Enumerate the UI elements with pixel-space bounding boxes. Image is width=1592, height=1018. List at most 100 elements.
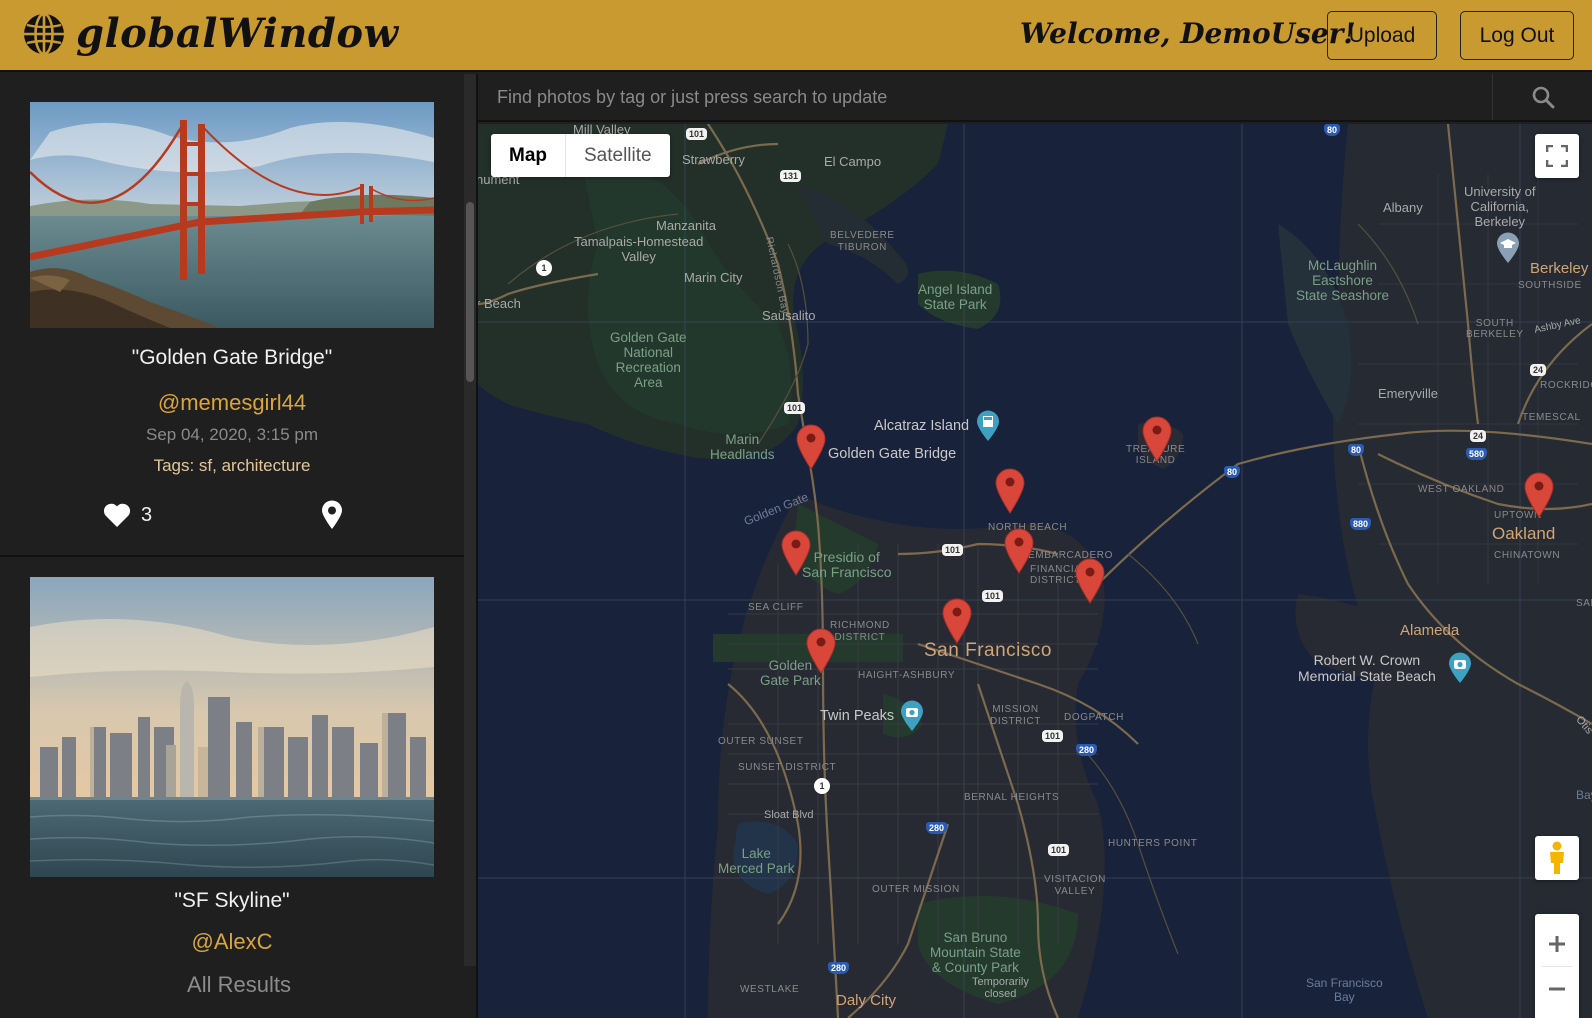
label-el-campo: El Campo — [824, 154, 882, 169]
photo-feed[interactable]: "Golden Gate Bridge" @memesgirl44 Sep 04… — [0, 74, 464, 966]
globe-icon — [24, 12, 64, 55]
label-bay-edge: Bay — [1576, 788, 1592, 802]
label-temporarily-closed: Temporarily closed — [972, 976, 1029, 1000]
route-shield-131: 131 — [780, 170, 802, 182]
university-poi-icon[interactable] — [1496, 232, 1520, 264]
label-manzanita: Manzanita — [656, 218, 716, 233]
photo-golden-gate[interactable] — [30, 102, 434, 328]
label-visitacion: VISITACION VALLEY — [1044, 874, 1106, 897]
label-mission: MISSION DISTRICT — [990, 704, 1041, 727]
street-view-button[interactable] — [1535, 836, 1579, 880]
label-hunters-point: HUNTERS POINT — [1108, 838, 1198, 849]
photo-marker[interactable] — [942, 598, 972, 644]
map-type-map-button[interactable]: Map — [491, 134, 566, 177]
route-shield-280: 280 — [828, 962, 850, 974]
heart-icon — [103, 503, 131, 527]
label-sunset: SUNSET DISTRICT — [738, 762, 837, 773]
label-marin-headlands: Marin Headlands — [710, 432, 775, 462]
label-berkeley: Berkeley — [1530, 260, 1589, 277]
label-marin-city: Marin City — [684, 270, 743, 285]
zoom-control — [1535, 914, 1579, 1018]
photo-author[interactable]: @AlexC — [0, 929, 464, 955]
label-dogpatch: DOGPATCH — [1064, 712, 1124, 723]
label-ggnra: Golden Gate National Recreation Area — [610, 330, 687, 390]
route-shield-880: 880 — [1350, 518, 1372, 530]
label-albany: Albany — [1383, 200, 1423, 215]
route-shield-80: 80 — [1224, 466, 1241, 478]
photo-marker[interactable] — [806, 628, 836, 674]
route-shield-80: 80 — [1348, 444, 1365, 456]
photo-marker[interactable] — [1142, 416, 1172, 462]
label-muir-beach: r Beach — [478, 296, 521, 311]
sf-skyline-image — [30, 577, 434, 877]
brand[interactable]: globalWindow — [22, 10, 399, 57]
label-mclaughlin: McLaughlin Eastshore State Seashore — [1296, 258, 1390, 303]
label-presidio: Presidio of San Francisco — [802, 549, 892, 580]
route-shield-101: 101 — [1042, 730, 1064, 742]
label-westlake: WESTLAKE — [740, 984, 800, 995]
location-pin-icon — [322, 500, 342, 529]
photo-marker[interactable] — [1075, 558, 1105, 604]
label-angel-island: Angel Island State Park — [918, 282, 993, 312]
map-type-control: Map Satellite — [491, 134, 670, 177]
search-bar — [478, 74, 1592, 122]
feed-scroll-thumb[interactable] — [466, 202, 474, 382]
photo-marker[interactable] — [781, 530, 811, 576]
photo-title: "Golden Gate Bridge" — [131, 346, 333, 369]
crown-beach-camera-icon[interactable] — [1448, 652, 1472, 684]
fullscreen-button[interactable] — [1535, 134, 1579, 178]
app-name: globalWindow — [76, 10, 399, 57]
route-shield-101: 101 — [784, 402, 806, 414]
photo-feed-panel: "Golden Gate Bridge" @memesgirl44 Sep 04… — [0, 74, 478, 1018]
like-button[interactable]: 3 — [103, 502, 152, 528]
label-twin-peaks: Twin Peaks — [820, 708, 895, 724]
route-shield-101: 101 — [942, 544, 964, 556]
route-shield-24: 24 — [1470, 430, 1487, 442]
label-sloat: Sloat Blvd — [764, 809, 814, 821]
zoom-in-button[interactable] — [1535, 922, 1579, 966]
photo-date: Sep 04, 2020, 3:15 pm — [145, 425, 319, 444]
route-shield-280: 280 — [1076, 744, 1098, 756]
photo-sf-skyline[interactable] — [30, 577, 434, 877]
label-sausalito: Sausalito — [762, 308, 816, 323]
photo-tags: Tags: sf, architecture — [153, 456, 311, 475]
upload-button[interactable]: Upload — [1327, 11, 1437, 60]
pegman-icon — [1550, 841, 1564, 874]
label-emeryville: Emeryville — [1378, 386, 1438, 401]
twin-peaks-camera-icon[interactable] — [900, 700, 924, 732]
fullscreen-icon — [1546, 145, 1568, 167]
photo-marker[interactable] — [1524, 472, 1554, 518]
map-type-satellite-button[interactable]: Satellite — [566, 134, 670, 177]
photo-title: "SF Skyline" — [174, 889, 290, 912]
label-golden-gate-bridge: Golden Gate Bridge — [828, 446, 957, 462]
search-input[interactable] — [478, 74, 1492, 120]
label-alcatraz: Alcatraz Island — [874, 418, 970, 434]
photo-marker[interactable] — [796, 424, 826, 470]
label-san: SAN — [1576, 598, 1592, 609]
search-icon — [1532, 86, 1554, 109]
photo-card: "SF Skyline" @AlexC — [0, 559, 464, 966]
show-location-button[interactable] — [321, 500, 343, 534]
label-outer-mission: OUTER MISSION — [872, 884, 960, 895]
route-shield-101: 101 — [982, 590, 1004, 602]
minus-icon — [1549, 987, 1565, 990]
label-temescal: TEMESCAL — [1522, 412, 1581, 423]
label-richmond: RICHMOND DISTRICT — [830, 620, 890, 643]
golden-gate-image — [30, 102, 434, 328]
route-shield-80: 80 — [1324, 124, 1341, 136]
photo-marker[interactable] — [1004, 528, 1034, 574]
logout-button[interactable]: Log Out — [1460, 11, 1574, 60]
search-button[interactable] — [1492, 74, 1592, 120]
route-shield-280: 280 — [926, 822, 948, 834]
plus-icon — [1549, 935, 1565, 952]
feed-scrollbar[interactable] — [464, 74, 476, 966]
photo-author[interactable]: @memesgirl44 — [0, 390, 464, 416]
photo-marker[interactable] — [995, 468, 1025, 514]
map-view[interactable]: Mill Valley Strawberry El Campo nument M… — [478, 124, 1592, 1018]
route-shield-580: 580 — [1466, 448, 1488, 460]
all-results-label[interactable]: All Results — [0, 966, 478, 1018]
zoom-out-button[interactable] — [1535, 967, 1579, 1011]
alcatraz-poi-icon[interactable] — [976, 410, 1000, 442]
label-outer-sunset: OUTER SUNSET — [718, 736, 804, 747]
label-alameda: Alameda — [1400, 622, 1460, 639]
